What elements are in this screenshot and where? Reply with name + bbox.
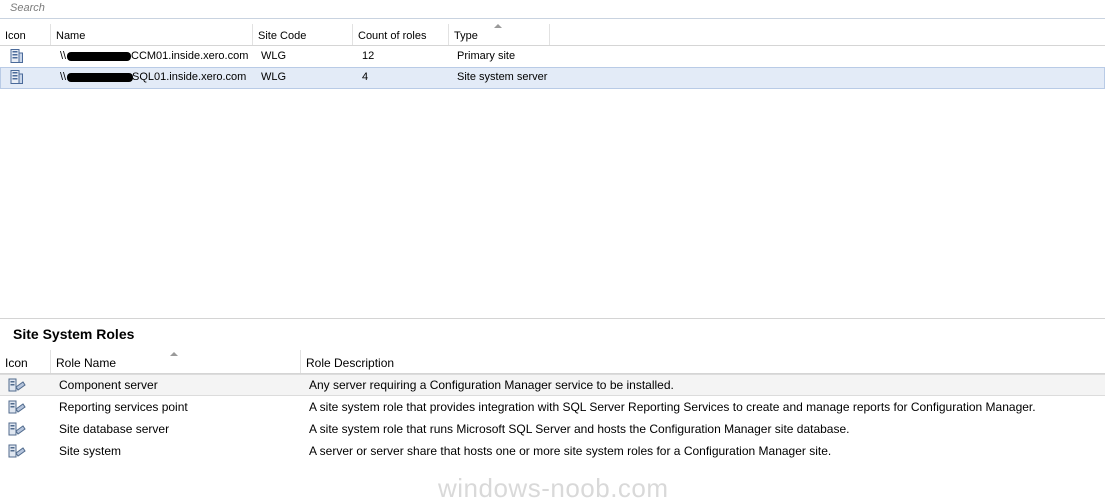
section-title: Site System Roles xyxy=(13,326,135,342)
table-row[interactable]: \\ CCM01.inside.xero.com WLG 12 Primary … xyxy=(0,46,1105,67)
list-item[interactable]: Site database server A site system role … xyxy=(0,419,1105,440)
server-name-prefix: \\ xyxy=(60,71,67,83)
roles-table-header: Icon Role Name Role Description xyxy=(0,350,1105,374)
watermark-text: windows-noob.com xyxy=(438,473,669,503)
server-icon xyxy=(10,49,23,63)
column-header-name[interactable]: Name xyxy=(51,24,253,45)
count-of-roles-value: 4 xyxy=(362,71,369,83)
site-role-icon xyxy=(8,400,26,414)
column-header-icon[interactable]: Icon xyxy=(0,350,51,373)
role-name: Site system xyxy=(59,444,122,458)
list-item[interactable]: Reporting services point A site system r… xyxy=(0,397,1105,418)
role-description: A site system role that provides integra… xyxy=(309,400,1036,414)
role-name: Component server xyxy=(59,378,158,392)
column-header-count-of-roles[interactable]: Count of roles xyxy=(353,24,449,45)
list-item[interactable]: Site system A server or server share tha… xyxy=(0,441,1105,462)
role-name: Reporting services point xyxy=(59,400,188,414)
server-name: CCM01.inside.xero.com xyxy=(131,50,249,62)
server-name: SQL01.inside.xero.com xyxy=(132,71,247,83)
column-header-site-code[interactable]: Site Code xyxy=(253,24,353,45)
type-value: Primary site xyxy=(457,50,516,62)
sort-ascending-icon xyxy=(494,24,502,28)
redaction-mark xyxy=(67,52,131,61)
type-value: Site system server xyxy=(457,71,548,83)
server-name-prefix: \\ xyxy=(60,50,67,62)
site-role-icon xyxy=(8,422,26,436)
server-icon xyxy=(10,70,23,84)
role-description: A server or server share that hosts one … xyxy=(309,444,832,458)
column-header-role-description[interactable]: Role Description xyxy=(301,350,1105,373)
search-bar xyxy=(0,0,1105,19)
redaction-mark xyxy=(67,73,133,82)
search-input[interactable] xyxy=(0,0,610,16)
column-header-icon[interactable]: Icon xyxy=(0,24,51,45)
role-description: A site system role that runs Microsoft S… xyxy=(309,422,850,436)
table-row-selected[interactable]: \\ SQL01.inside.xero.com WLG 4 Site syst… xyxy=(0,67,1105,89)
site-code-value: WLG xyxy=(261,50,287,62)
pane-splitter[interactable] xyxy=(0,318,1105,319)
list-item[interactable]: Component server Any server requiring a … xyxy=(0,374,1105,396)
site-role-icon xyxy=(8,444,26,458)
site-role-icon xyxy=(8,378,26,392)
sort-ascending-icon xyxy=(170,352,178,356)
servers-table-header: Icon Name Site Code Count of roles Type xyxy=(0,24,1105,46)
count-of-roles-value: 12 xyxy=(362,50,375,62)
role-name: Site database server xyxy=(59,422,170,436)
role-description: Any server requiring a Configuration Man… xyxy=(309,378,674,392)
site-code-value: WLG xyxy=(261,71,287,83)
